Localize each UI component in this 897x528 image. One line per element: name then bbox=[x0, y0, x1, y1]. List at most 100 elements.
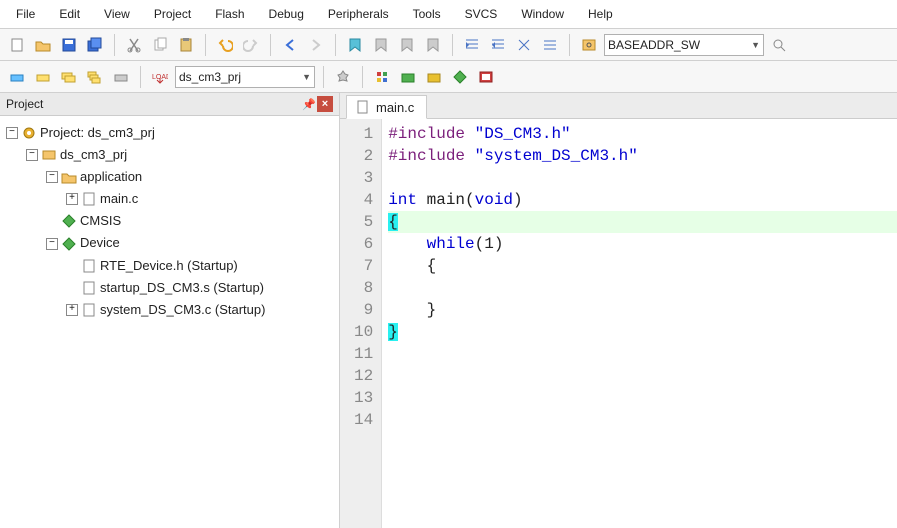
copy-button[interactable] bbox=[149, 34, 171, 56]
tree-root[interactable]: − Project: ds_cm3_prj bbox=[4, 122, 335, 144]
tree-file-main[interactable]: + main.c bbox=[4, 188, 335, 210]
code-line bbox=[388, 365, 897, 387]
tree-group-cmsis[interactable]: CMSIS bbox=[4, 210, 335, 232]
select-packs-button[interactable] bbox=[423, 66, 445, 88]
tree-file-rte[interactable]: RTE_Device.h (Startup) bbox=[4, 255, 335, 277]
find-next-button[interactable] bbox=[768, 34, 790, 56]
redo-button[interactable] bbox=[240, 34, 262, 56]
find-combo[interactable]: BASEADDR_SW ▼ bbox=[604, 34, 764, 56]
target-select-text: ds_cm3_prj bbox=[179, 70, 241, 84]
code-line bbox=[388, 167, 897, 189]
undo-button[interactable] bbox=[214, 34, 236, 56]
unindent-button[interactable] bbox=[487, 34, 509, 56]
bookmark-prev-button[interactable] bbox=[370, 34, 392, 56]
collapse-icon[interactable]: − bbox=[46, 171, 58, 183]
line-gutter: 1234567891011121314 bbox=[340, 119, 382, 528]
code-line: } bbox=[388, 321, 897, 343]
tree-group-device-label: Device bbox=[80, 232, 120, 254]
nav-back-button[interactable] bbox=[279, 34, 301, 56]
new-file-button[interactable] bbox=[6, 34, 28, 56]
save-button[interactable] bbox=[58, 34, 80, 56]
code-line bbox=[388, 277, 897, 299]
tree-group-device[interactable]: − Device bbox=[4, 232, 335, 254]
uncomment-button[interactable] bbox=[539, 34, 561, 56]
code-line-current: { bbox=[388, 211, 897, 233]
tab-main-c-label: main.c bbox=[376, 100, 414, 115]
tree-file-startup-label: startup_DS_CM3.s (Startup) bbox=[100, 277, 264, 299]
device-icon bbox=[61, 236, 77, 252]
menu-peripherals[interactable]: Peripherals bbox=[316, 4, 401, 24]
target-select[interactable]: ds_cm3_prj ▼ bbox=[175, 66, 315, 88]
cut-button[interactable] bbox=[123, 34, 145, 56]
tree-group-application[interactable]: − application bbox=[4, 166, 335, 188]
save-all-button[interactable] bbox=[84, 34, 106, 56]
find-button[interactable] bbox=[578, 34, 600, 56]
code-line: #include "system_DS_CM3.h" bbox=[388, 145, 897, 167]
rebuild-button[interactable] bbox=[58, 66, 80, 88]
options-target-button[interactable] bbox=[332, 66, 354, 88]
menu-flash[interactable]: Flash bbox=[203, 4, 256, 24]
close-icon[interactable]: × bbox=[317, 96, 333, 112]
asm-file-icon bbox=[81, 280, 97, 296]
comment-button[interactable] bbox=[513, 34, 535, 56]
tree-file-rte-label: RTE_Device.h (Startup) bbox=[100, 255, 238, 277]
c-file-icon bbox=[81, 302, 97, 318]
tree-file-main-label: main.c bbox=[100, 188, 138, 210]
stop-build-button[interactable] bbox=[110, 66, 132, 88]
folder-open-icon bbox=[61, 169, 77, 185]
open-file-button[interactable] bbox=[32, 34, 54, 56]
code-editor[interactable]: 1234567891011121314 #include "DS_CM3.h" … bbox=[340, 119, 897, 528]
h-file-icon bbox=[81, 258, 97, 274]
paste-button[interactable] bbox=[175, 34, 197, 56]
tree-target[interactable]: − ds_cm3_prj bbox=[4, 144, 335, 166]
code-lines[interactable]: #include "DS_CM3.h" #include "system_DS_… bbox=[382, 119, 897, 528]
expand-icon[interactable]: + bbox=[66, 304, 78, 316]
target-icon bbox=[41, 147, 57, 163]
c-file-icon bbox=[81, 191, 97, 207]
code-line bbox=[388, 387, 897, 409]
menu-help[interactable]: Help bbox=[576, 4, 625, 24]
bookmark-clear-button[interactable] bbox=[422, 34, 444, 56]
menu-window[interactable]: Window bbox=[509, 4, 576, 24]
menu-debug[interactable]: Debug bbox=[257, 4, 316, 24]
collapse-icon[interactable]: − bbox=[26, 149, 38, 161]
tree-file-system-label: system_DS_CM3.c (Startup) bbox=[100, 299, 265, 321]
indent-button[interactable] bbox=[461, 34, 483, 56]
menu-view[interactable]: View bbox=[92, 4, 142, 24]
chevron-down-icon: ▼ bbox=[751, 40, 760, 50]
tree-file-system[interactable]: + system_DS_CM3.c (Startup) bbox=[4, 299, 335, 321]
pin-icon[interactable]: 📌 bbox=[301, 96, 317, 112]
expand-icon[interactable]: + bbox=[66, 193, 78, 205]
menu-file[interactable]: File bbox=[4, 4, 47, 24]
code-line bbox=[388, 343, 897, 365]
collapse-icon[interactable]: − bbox=[46, 238, 58, 250]
bookmark-toggle-button[interactable] bbox=[344, 34, 366, 56]
code-line: int main(void) bbox=[388, 189, 897, 211]
tree-root-label: Project: ds_cm3_prj bbox=[40, 122, 155, 144]
pack-installer-button[interactable] bbox=[397, 66, 419, 88]
component-viewer-button[interactable] bbox=[449, 66, 471, 88]
project-tree[interactable]: − Project: ds_cm3_prj − ds_cm3_prj − app… bbox=[0, 116, 339, 528]
bookmark-next-button[interactable] bbox=[396, 34, 418, 56]
translate-button[interactable] bbox=[6, 66, 28, 88]
chevron-down-icon: ▼ bbox=[302, 72, 311, 82]
menu-bar: File Edit View Project Flash Debug Perip… bbox=[0, 0, 897, 29]
editor-tabs: main.c bbox=[340, 93, 897, 119]
menu-edit[interactable]: Edit bbox=[47, 4, 92, 24]
books-button[interactable] bbox=[475, 66, 497, 88]
menu-project[interactable]: Project bbox=[142, 4, 203, 24]
download-button[interactable]: LOAD bbox=[149, 66, 171, 88]
nav-forward-button[interactable] bbox=[305, 34, 327, 56]
cmsis-icon bbox=[61, 213, 77, 229]
tree-file-startup[interactable]: startup_DS_CM3.s (Startup) bbox=[4, 277, 335, 299]
manage-rte-button[interactable] bbox=[371, 66, 393, 88]
collapse-icon[interactable]: − bbox=[6, 127, 18, 139]
menu-svcs[interactable]: SVCS bbox=[453, 4, 510, 24]
tab-main-c[interactable]: main.c bbox=[346, 95, 427, 119]
menu-tools[interactable]: Tools bbox=[401, 4, 453, 24]
build-button[interactable] bbox=[32, 66, 54, 88]
project-panel-title: Project bbox=[6, 97, 43, 111]
build-batch-button[interactable] bbox=[84, 66, 106, 88]
find-combo-text: BASEADDR_SW bbox=[608, 38, 700, 52]
code-line: } bbox=[388, 299, 897, 321]
